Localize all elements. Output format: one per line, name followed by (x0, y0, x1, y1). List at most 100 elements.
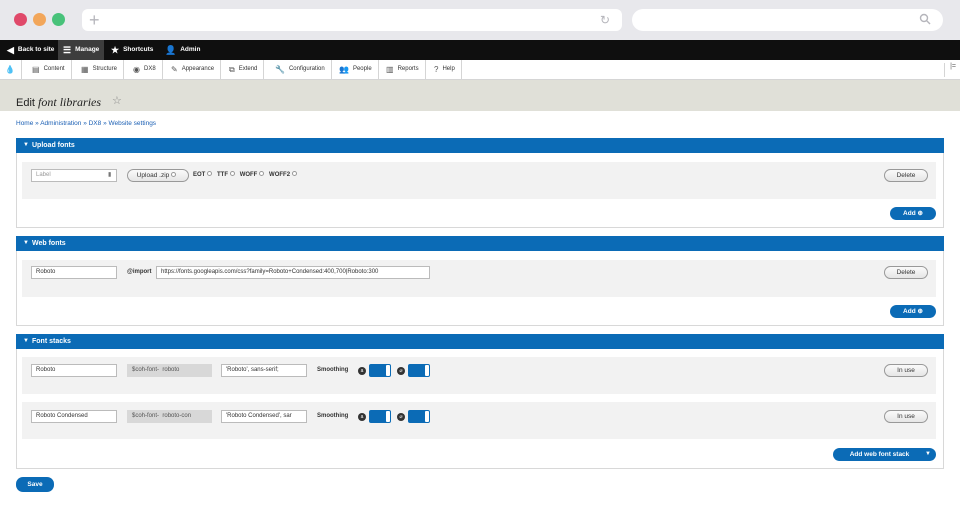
variable-value: roboto (162, 367, 180, 373)
format-ttf-label: TTF (217, 172, 229, 178)
smoothing-subpixel-toggle[interactable] (369, 364, 391, 377)
reload-icon[interactable]: ↻ (600, 13, 610, 27)
close-window-button[interactable] (14, 13, 27, 26)
wrench-icon: 🔧 (275, 65, 285, 74)
tray-item-structure[interactable]: ▦ Structure (75, 60, 124, 79)
page-header (0, 80, 960, 111)
tray-label: Help (442, 66, 455, 72)
delete-web-font-button[interactable]: Delete (884, 266, 928, 279)
add-label: Add (903, 308, 916, 315)
text-field-icon: ▮ (108, 172, 112, 178)
user-icon: 👤 (165, 44, 177, 55)
web-fonts-title: Web fonts (32, 240, 66, 247)
delete-upload-button[interactable]: Delete (884, 169, 928, 182)
font-stack-row: Roboto Condensed $coh-font- roboto-con '… (22, 402, 936, 439)
stack-variable-input[interactable]: $coh-font- roboto-con (127, 410, 212, 423)
smoothing-grayscale-icon: ⌀ (397, 413, 405, 421)
shortcuts-tab[interactable]: ★ Shortcuts (106, 40, 158, 60)
upload-zip-label: Upload .zip (136, 172, 170, 179)
admin-toolbar: ◀ Back to site ☰ Manage ★ Shortcuts 👤 Ad… (0, 40, 960, 60)
menu-icon: ☰ (63, 44, 72, 55)
upload-fonts-header[interactable]: ▼ Upload fonts (16, 138, 944, 153)
tray-item-help[interactable]: ? Help (428, 60, 462, 79)
format-eot-radio[interactable] (207, 171, 213, 177)
maximize-window-button[interactable] (52, 13, 65, 26)
format-woff2-label: WOFF2 (269, 172, 291, 178)
browser-search-field[interactable] (632, 9, 943, 31)
web-font-name-input[interactable]: Roboto (31, 266, 117, 279)
format-woff2-radio[interactable] (292, 171, 298, 177)
import-label: @import (127, 269, 152, 275)
smoothing-label: Smoothing (317, 413, 349, 419)
smoothing-grayscale-toggle[interactable] (408, 364, 430, 377)
help-icon: ? (434, 65, 439, 74)
dropdown-arrow-icon[interactable]: ▼ (925, 448, 931, 461)
add-upload-button[interactable]: Add ⊕ (890, 207, 936, 220)
orientation-toggle-icon[interactable]: |= (944, 63, 956, 77)
stack-name-input[interactable]: Roboto (31, 364, 117, 377)
stack-css-input[interactable]: 'Roboto Condensed', sar (221, 410, 307, 423)
star-icon: ★ (111, 44, 120, 55)
back-to-site-link[interactable]: ◀ Back to site (2, 40, 59, 60)
smoothing-grayscale-toggle[interactable] (408, 410, 430, 423)
paintbrush-icon: ✎ (171, 65, 178, 74)
in-use-button[interactable]: In use (884, 410, 928, 423)
font-stacks-header[interactable]: ▼ Font stacks (16, 334, 944, 349)
admin-tab[interactable]: 👤 Admin (160, 40, 205, 60)
back-arrow-icon: ◀ (7, 44, 14, 55)
stack-name-input[interactable]: Roboto Condensed (31, 410, 117, 423)
browser-chrome: + ↻ (0, 0, 960, 40)
stack-variable-input[interactable]: $coh-font- roboto (127, 364, 212, 377)
smoothing-label: Smoothing (317, 367, 349, 373)
variable-value: roboto-con (162, 413, 192, 419)
add-web-font-stack-button[interactable]: Add web font stack ▼ (833, 448, 936, 461)
format-ttf-radio[interactable] (230, 171, 236, 177)
address-bar[interactable]: + ↻ (82, 9, 622, 31)
tray-label: Configuration (288, 66, 325, 72)
tray-label: Reports (397, 66, 419, 72)
stack-css-input[interactable]: 'Roboto', sans-serif; (221, 364, 307, 377)
add-circle-icon: ⊕ (917, 210, 923, 217)
variable-prefix: $coh-font- (132, 367, 160, 373)
drupal-home-link[interactable]: 💧 (0, 60, 22, 79)
tray-item-content[interactable]: ▤ Content (26, 60, 72, 79)
format-eot-label: EOT (193, 172, 206, 178)
save-button[interactable]: Save (16, 477, 54, 492)
in-use-button[interactable]: In use (884, 364, 928, 377)
tray-item-reports[interactable]: ▥ Reports (380, 60, 426, 79)
document-icon: ▤ (32, 65, 40, 74)
manage-label: Manage (75, 46, 100, 53)
tray-item-configuration[interactable]: 🔧 Configuration (269, 60, 332, 79)
smoothing-grayscale-icon: ⌀ (397, 367, 405, 375)
chart-icon: ▥ (386, 65, 394, 74)
tray-item-extend[interactable]: ⧉ Extend (223, 60, 265, 79)
breadcrumb[interactable]: Home » Administration » DX8 » Website se… (16, 120, 156, 127)
tray-item-dx8[interactable]: ◉ DX8 (127, 60, 163, 79)
structure-icon: ▦ (81, 65, 89, 74)
favorite-star-icon[interactable]: ☆ (112, 94, 122, 107)
collapse-triangle-icon: ▼ (23, 338, 29, 344)
upload-zip-button[interactable]: Upload .zip (127, 169, 189, 182)
add-web-font-stack-label: Add web font stack (849, 451, 910, 458)
import-url-input[interactable]: https://fonts.googleapis.com/css?family=… (156, 266, 430, 279)
format-woff-radio[interactable] (259, 171, 265, 177)
search-icon (919, 13, 931, 25)
upload-fonts-title: Upload fonts (32, 142, 75, 149)
manage-tab[interactable]: ☰ Manage (58, 40, 105, 60)
smoothing-subpixel-toggle[interactable] (369, 410, 391, 423)
page-title-prefix: Edit (16, 97, 35, 109)
font-label-input[interactable]: Label (31, 169, 117, 182)
spinner-icon (171, 172, 177, 178)
web-fonts-header[interactable]: ▼ Web fonts (16, 236, 944, 251)
tray-item-people[interactable]: 👥 People (333, 60, 379, 79)
add-web-font-button[interactable]: Add ⊕ (890, 305, 936, 318)
back-to-site-label: Back to site (17, 46, 55, 53)
minimize-window-button[interactable] (33, 13, 46, 26)
tray-item-appearance[interactable]: ✎ Appearance (165, 60, 222, 79)
add-circle-icon: ⊕ (917, 308, 923, 315)
page-title: Edit font libraries (16, 95, 101, 110)
variable-prefix: $coh-font- (132, 413, 160, 419)
plus-icon[interactable]: + (89, 10, 100, 30)
add-label: Add (903, 210, 916, 217)
font-stacks-title: Font stacks (32, 338, 71, 345)
